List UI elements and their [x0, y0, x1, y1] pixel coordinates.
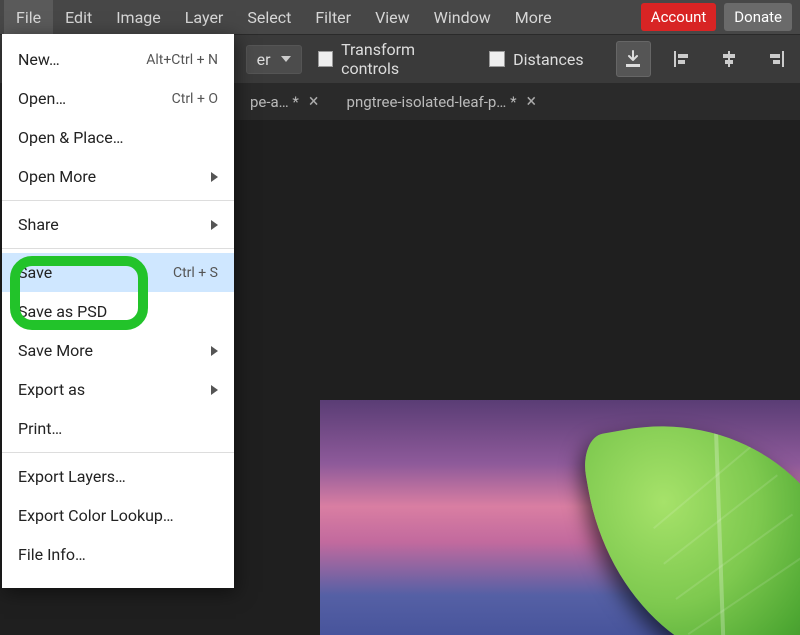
menu-item-shortcut: Ctrl + O — [172, 91, 218, 107]
distances-checkbox[interactable]: Distances — [489, 50, 584, 69]
file-menu-export-color-lookup[interactable]: Export Color Lookup… — [2, 496, 234, 535]
file-menu-open-more[interactable]: Open More — [2, 157, 234, 196]
checkbox-label: Distances — [513, 50, 584, 69]
menu-item-label: Export as — [18, 380, 85, 399]
file-menu-print[interactable]: Print… — [2, 409, 234, 448]
menu-item-label: Export Layers… — [18, 467, 126, 486]
menu-item-label: Share — [18, 215, 59, 234]
menu-separator — [2, 452, 234, 453]
menu-item-label: Open More — [18, 167, 96, 186]
file-menu-open-place[interactable]: Open & Place… — [2, 118, 234, 157]
transform-controls-checkbox[interactable]: Transform controls — [318, 40, 474, 78]
tab-label: pe-a… * — [250, 93, 299, 111]
chevron-right-icon — [211, 346, 218, 356]
file-menu-save[interactable]: Save Ctrl + S — [2, 253, 234, 292]
menu-item-label: Export Color Lookup… — [18, 506, 174, 525]
menubar: File Edit Image Layer Select Filter View… — [0, 0, 800, 34]
chevron-right-icon — [211, 220, 218, 230]
align-center-button[interactable] — [714, 43, 745, 75]
chevron-right-icon — [211, 172, 218, 182]
dropdown-label: er — [257, 50, 271, 69]
file-menu-dropdown: New… Alt+Ctrl + N Open… Ctrl + O Open & … — [2, 34, 234, 588]
file-menu-save-more[interactable]: Save More — [2, 331, 234, 370]
file-menu-new[interactable]: New… Alt+Ctrl + N — [2, 40, 234, 79]
menu-item-label: Open & Place… — [18, 128, 123, 147]
menu-separator — [2, 200, 234, 201]
layer-select-dropdown[interactable]: er — [246, 45, 302, 74]
download-button[interactable] — [616, 41, 651, 77]
menu-file[interactable]: File — [4, 0, 53, 34]
download-icon — [623, 49, 643, 69]
menu-image[interactable]: Image — [104, 0, 173, 34]
account-button[interactable]: Account — [641, 3, 717, 31]
menu-item-label: Save More — [18, 341, 93, 360]
file-menu-share[interactable]: Share — [2, 205, 234, 244]
donate-button[interactable]: Donate — [724, 3, 792, 31]
menu-item-label: Print… — [18, 419, 62, 438]
menu-view[interactable]: View — [363, 0, 422, 34]
align-left-icon — [672, 49, 692, 69]
file-menu-export-as[interactable]: Export as — [2, 370, 234, 409]
checkbox-label: Transform controls — [341, 40, 473, 78]
chevron-down-icon — [281, 56, 291, 62]
menu-item-label: Save as PSD — [18, 302, 107, 321]
menu-select[interactable]: Select — [235, 0, 303, 34]
menu-item-label: Save — [18, 263, 52, 282]
canvas-image-leaf — [579, 396, 800, 635]
menu-item-label: Open… — [18, 89, 66, 108]
menu-filter[interactable]: Filter — [303, 0, 363, 34]
file-menu-file-info[interactable]: File Info… — [2, 535, 234, 574]
menu-item-label: File Info… — [18, 545, 86, 564]
menu-item-shortcut: Alt+Ctrl + N — [146, 52, 218, 68]
close-icon[interactable]: × — [309, 93, 319, 111]
menu-item-label: New… — [18, 50, 60, 69]
tab-document-1[interactable]: pe-a… * × — [236, 84, 333, 120]
align-left-button[interactable] — [667, 43, 698, 75]
align-right-icon — [766, 49, 786, 69]
menu-more[interactable]: More — [503, 0, 564, 34]
menu-layer[interactable]: Layer — [173, 0, 236, 34]
file-menu-export-layers[interactable]: Export Layers… — [2, 457, 234, 496]
file-menu-save-psd[interactable]: Save as PSD — [2, 292, 234, 331]
menu-window[interactable]: Window — [422, 0, 503, 34]
menu-item-shortcut: Ctrl + S — [173, 265, 218, 281]
menu-edit[interactable]: Edit — [53, 0, 104, 34]
tab-label: pngtree-isolated-leaf-p… * — [347, 93, 517, 111]
chevron-right-icon — [211, 385, 218, 395]
menu-separator — [2, 248, 234, 249]
align-center-icon — [719, 49, 739, 69]
close-icon[interactable]: × — [527, 93, 537, 111]
tab-document-2[interactable]: pngtree-isolated-leaf-p… * × — [333, 84, 551, 120]
checkbox-icon — [489, 51, 505, 67]
align-right-button[interactable] — [761, 43, 792, 75]
checkbox-icon — [318, 51, 334, 67]
file-menu-open[interactable]: Open… Ctrl + O — [2, 79, 234, 118]
